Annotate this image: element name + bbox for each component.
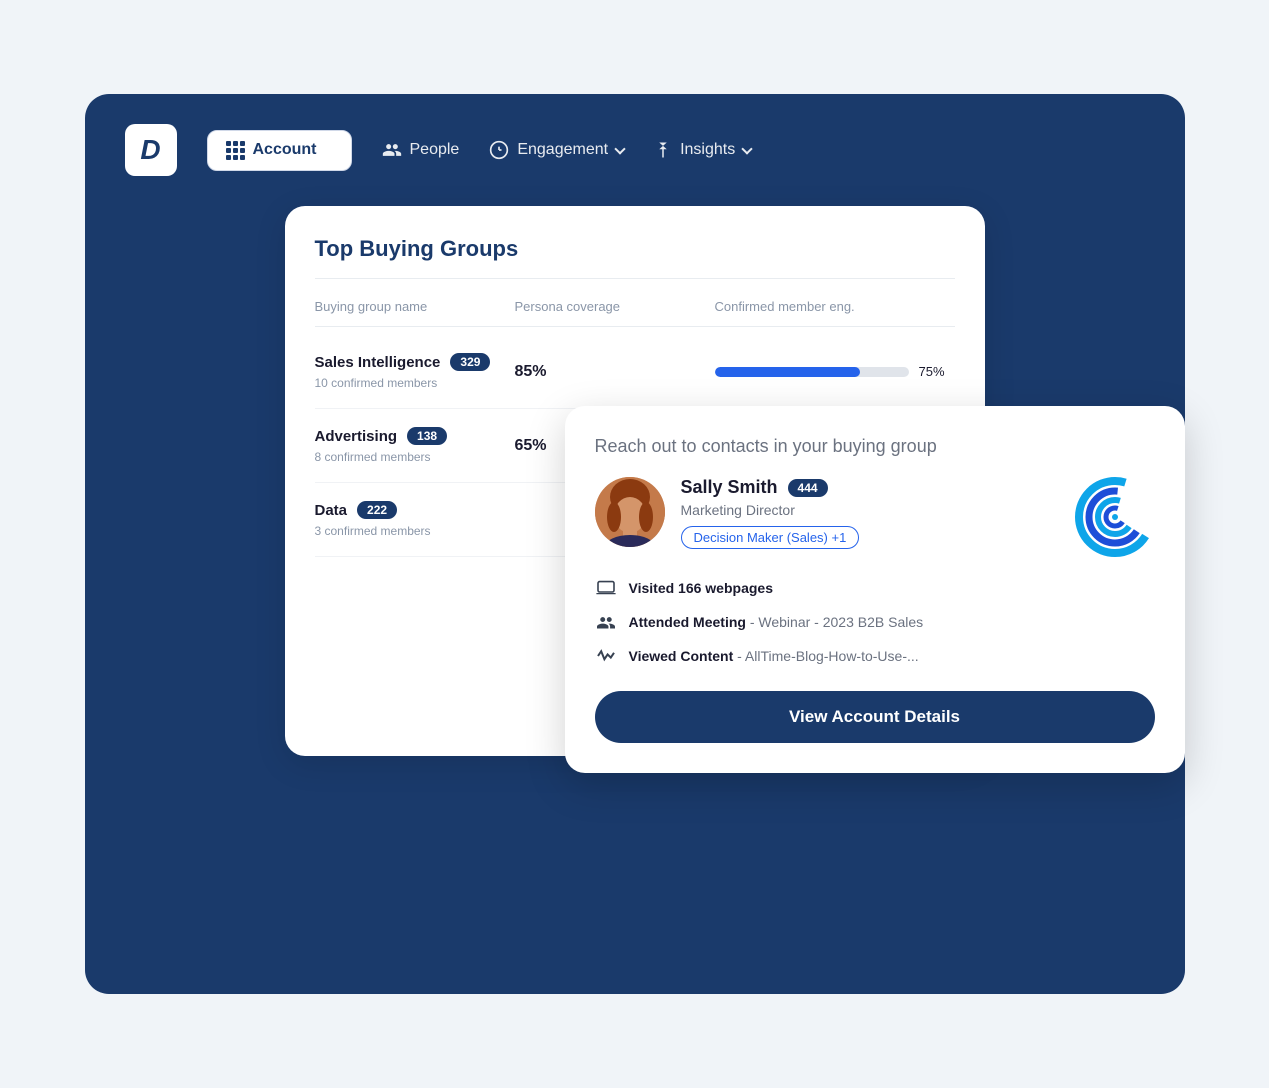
app-container: D Account People Engagement	[85, 94, 1185, 994]
badge-2: 138	[407, 427, 447, 445]
account-nav-button[interactable]: Account	[207, 130, 352, 171]
content-icon	[595, 645, 617, 667]
progress-col-1: 75%	[715, 364, 955, 379]
avatar	[595, 477, 665, 547]
app-logo: D	[125, 124, 177, 176]
group-name-2: Advertising	[315, 428, 398, 445]
engagement-nav-label: Engagement	[517, 141, 608, 159]
contact-badge: 444	[788, 479, 828, 497]
contact-header: Sally Smith 444 Marketing Director Decis…	[595, 477, 1155, 557]
activity-item-2: Attended Meeting - Webinar - 2023 B2B Sa…	[595, 611, 1155, 633]
contact-name: Sally Smith	[681, 477, 778, 498]
meeting-icon	[595, 611, 617, 633]
confirmed-members-2: 8 confirmed members	[315, 450, 515, 464]
col-header-name: Buying group name	[315, 299, 515, 314]
activity-label-2: Attended Meeting - Webinar - 2023 B2B Sa…	[629, 614, 924, 630]
people-nav-label: People	[410, 141, 460, 159]
table-header: Buying group name Persona coverage Confi…	[315, 299, 955, 327]
group-name-1: Sales Intelligence	[315, 354, 441, 371]
insights-icon	[654, 140, 672, 160]
group-name-col: Sales Intelligence 329 10 confirmed memb…	[315, 353, 515, 390]
account-nav-label: Account	[253, 141, 317, 159]
laptop-icon	[595, 577, 617, 599]
confirmed-members-1: 10 confirmed members	[315, 376, 515, 390]
engagement-icon	[489, 140, 509, 160]
grid-icon	[226, 141, 245, 160]
progress-bar-fill-1	[715, 367, 861, 377]
insights-nav-item[interactable]: Insights	[654, 140, 751, 160]
contact-card: Reach out to contacts in your buying gro…	[565, 406, 1185, 773]
view-account-details-button[interactable]: View Account Details	[595, 691, 1155, 743]
coverage-1: 85%	[515, 363, 715, 381]
activity-item-1: Visited 166 webpages	[595, 577, 1155, 599]
contact-tag: Decision Maker (Sales) +1	[681, 526, 860, 549]
activity-label-3: Viewed Content - AllTime-Blog-How-to-Use…	[629, 648, 919, 664]
reach-out-title: Reach out to contacts in your buying gro…	[595, 436, 1155, 457]
activity-list: Visited 166 webpages Attended Meeting - …	[595, 577, 1155, 667]
activity-label-1: Visited 166 webpages	[629, 580, 773, 596]
confirmed-members-3: 3 confirmed members	[315, 524, 515, 538]
insights-chevron-icon	[742, 143, 753, 154]
group-name-3: Data	[315, 502, 348, 519]
badge-3: 222	[357, 501, 397, 519]
people-icon	[382, 140, 402, 160]
contact-info: Sally Smith 444 Marketing Director Decis…	[681, 477, 1059, 549]
account-chevron-icon	[323, 143, 334, 154]
company-logo	[1075, 477, 1155, 557]
table-row: Sales Intelligence 329 10 confirmed memb…	[315, 335, 955, 409]
engagement-nav-item[interactable]: Engagement	[489, 140, 624, 160]
engagement-pct-1: 75%	[919, 364, 955, 379]
content-area: Top Buying Groups Buying group name Pers…	[125, 206, 1145, 756]
col-header-coverage: Persona coverage	[515, 299, 715, 314]
progress-bar-wrap-1	[715, 367, 909, 377]
people-nav-item[interactable]: People	[382, 140, 460, 160]
badge-1: 329	[450, 353, 490, 371]
group-name-col: Data 222 3 confirmed members	[315, 501, 515, 538]
activity-item-3: Viewed Content - AllTime-Blog-How-to-Use…	[595, 645, 1155, 667]
buying-groups-title: Top Buying Groups	[315, 236, 955, 279]
contact-title-text: Marketing Director	[681, 502, 1059, 518]
navigation: D Account People Engagement	[125, 124, 1145, 176]
col-header-engagement: Confirmed member eng.	[715, 299, 955, 314]
insights-nav-label: Insights	[680, 141, 735, 159]
group-name-col: Advertising 138 8 confirmed members	[315, 427, 515, 464]
engagement-chevron-icon	[614, 143, 625, 154]
